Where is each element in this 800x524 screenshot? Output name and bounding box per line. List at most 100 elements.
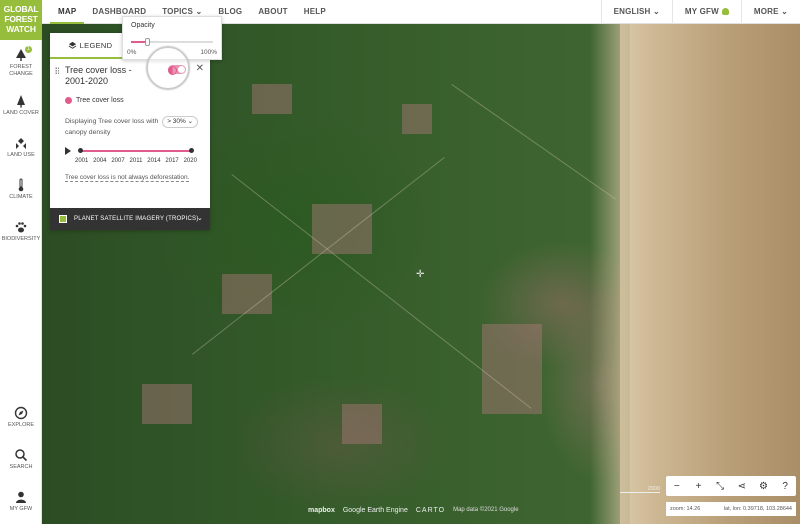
nav-right: ENGLISH ⌄ MY GFW MORE ⌄ [600, 0, 800, 24]
language-label: ENGLISH [613, 7, 651, 16]
timeline-year: 2007 [111, 158, 125, 164]
legend-key: Tree cover loss [65, 97, 200, 104]
loss-patch [482, 324, 542, 414]
sidebar-item-label: LAND COVER [3, 110, 39, 116]
opacity-icon[interactable] [168, 66, 177, 75]
road [192, 156, 445, 355]
sidebar: 1 FOREST CHANGE LAND COVER LAND USE CLIM… [0, 40, 42, 524]
scale-bar: 2000 [620, 486, 660, 493]
sidebar-item-label: FOREST CHANGE [9, 64, 33, 77]
basemap-thumbnail [59, 215, 67, 223]
sidebar-item-label: SEARCH [9, 464, 33, 470]
zoom-in-icon[interactable]: + [691, 481, 705, 492]
timeline-year: 2020 [183, 158, 197, 164]
opacity-handle[interactable] [145, 38, 151, 46]
compass-icon [14, 406, 28, 420]
coastline [590, 24, 630, 524]
carto-logo: CARTO [415, 506, 446, 514]
mapbox-logo[interactable]: mapbox [308, 507, 335, 514]
timeline-end-handle[interactable] [189, 148, 194, 153]
app: MAP DASHBOARD TOPICS ⌄ BLOG ABOUT HELP E… [0, 0, 800, 524]
nav-about[interactable]: ABOUT [250, 0, 295, 24]
timeline-start-handle[interactable] [78, 148, 83, 153]
sidebar-item-explore[interactable]: EXPLORE [0, 406, 42, 429]
nav-help[interactable]: HELP [296, 0, 334, 24]
sidebar-item-label: CLIMATE [9, 194, 33, 200]
loss-patch [252, 84, 292, 114]
opacity-slider[interactable] [131, 38, 213, 46]
logo-line: WATCH [6, 24, 36, 34]
more-label: MORE [753, 7, 779, 16]
timeline-year: 2001 [75, 158, 89, 164]
more-menu[interactable]: MORE ⌄ [740, 0, 800, 24]
user-icon [721, 8, 729, 15]
desc-prefix: Displaying Tree cover loss with [65, 118, 159, 125]
close-icon[interactable]: ✕ [196, 63, 204, 74]
layers-icon [68, 41, 77, 49]
deforestation-warning[interactable]: Tree cover loss is not always deforestat… [65, 174, 200, 182]
language-select[interactable]: ENGLISH ⌄ [600, 0, 672, 24]
gfw-logo[interactable]: GLOBAL FOREST WATCH [0, 0, 42, 40]
timeline-track[interactable] [78, 148, 194, 153]
sidebar-item-land-cover[interactable]: LAND COVER [0, 94, 42, 117]
timeline-year: 2011 [129, 158, 143, 164]
layer-title: Tree cover loss - 2001-2020 [65, 65, 132, 86]
map-attribution: mapbox Google Earth Engine CARTO Map dat… [308, 504, 519, 516]
nav-topics-label: TOPICS [162, 7, 194, 16]
timeline: 2001 2004 2007 2011 2014 2017 2020 [65, 146, 200, 170]
map-coordinates: zoom: 14.26 lat, lon: 0.39718, 103.28644 [666, 502, 796, 516]
basemap-label: PLANET SATELLITE IMAGERY (TROPICS) [74, 216, 199, 222]
user-icon [16, 491, 26, 503]
tab-legend[interactable]: LEGEND [50, 33, 130, 59]
canopy-threshold-select[interactable]: > 30% ⌄ [162, 116, 199, 128]
basemap-selector[interactable]: PLANET SATELLITE IMAGERY (TROPICS) ⌄ [50, 208, 210, 230]
drag-handle-icon[interactable] [55, 67, 59, 75]
road [231, 174, 532, 409]
desc-suffix: canopy density [65, 129, 111, 136]
chevron-down-icon: ⌄ [196, 215, 203, 222]
layer-description: Displaying Tree cover loss with > 30% ⌄ … [65, 116, 200, 138]
sidebar-item-label: MY GFW [9, 506, 33, 512]
tab-legend-label: LEGEND [79, 41, 113, 50]
play-icon[interactable] [65, 147, 71, 155]
sidebar-item-forest-change[interactable]: 1 FOREST CHANGE [0, 46, 42, 78]
help-icon[interactable]: ? [778, 481, 792, 492]
layer-count-badge: 1 [25, 46, 32, 53]
sidebar-item-biodiversity[interactable]: BIODIVERSITY [0, 220, 42, 243]
map-data-credit: Map data ©2021 Google [453, 507, 519, 513]
loss-patch [312, 204, 372, 254]
my-gfw-label: MY GFW [684, 7, 719, 16]
sidebar-item-search[interactable]: SEARCH [0, 448, 42, 471]
map-controls: − + ⤡ ⋖ ⚙ ? [666, 476, 796, 496]
opacity-min-label: 0% [127, 49, 137, 56]
sidebar-item-label: BIODIVERSITY [1, 236, 41, 242]
nav-map[interactable]: MAP [50, 0, 85, 24]
timeline-year: 2014 [147, 158, 161, 164]
search-icon [15, 449, 28, 462]
my-gfw-link[interactable]: MY GFW [671, 0, 741, 24]
thermometer-icon [18, 178, 24, 192]
warning-text: Tree cover loss is not always deforestat… [65, 174, 190, 182]
threshold-value: > 30% [167, 118, 186, 125]
gear-icon[interactable]: ⚙ [756, 481, 770, 492]
legend-key-label: Tree cover loss [76, 97, 124, 104]
top-navigation: MAP DASHBOARD TOPICS ⌄ BLOG ABOUT HELP E… [0, 0, 800, 24]
chevron-down-icon: ⌄ [187, 118, 194, 125]
share-icon[interactable]: ⋖ [735, 481, 749, 492]
opacity-max-label: 100% [200, 49, 217, 56]
sidebar-item-climate[interactable]: CLIMATE [0, 178, 42, 201]
logo-line: GLOBAL [3, 4, 39, 14]
loss-color-swatch [65, 97, 72, 104]
fullscreen-icon[interactable]: ⤡ [713, 481, 727, 492]
paw-icon [15, 222, 27, 233]
logo-line: FOREST [4, 14, 38, 24]
sidebar-item-land-use[interactable]: LAND USE [0, 136, 42, 159]
sidebar-item-my-gfw[interactable]: MY GFW [0, 490, 42, 513]
zoom-out-icon[interactable]: − [670, 481, 684, 492]
loss-patch [342, 404, 382, 444]
zoom-level: zoom: 14.26 [670, 506, 701, 512]
chevron-down-icon: ⌄ [652, 7, 660, 16]
sea-area [620, 24, 800, 524]
loss-patch [222, 274, 272, 314]
google-earth-engine-logo: Google Earth Engine [342, 506, 408, 514]
